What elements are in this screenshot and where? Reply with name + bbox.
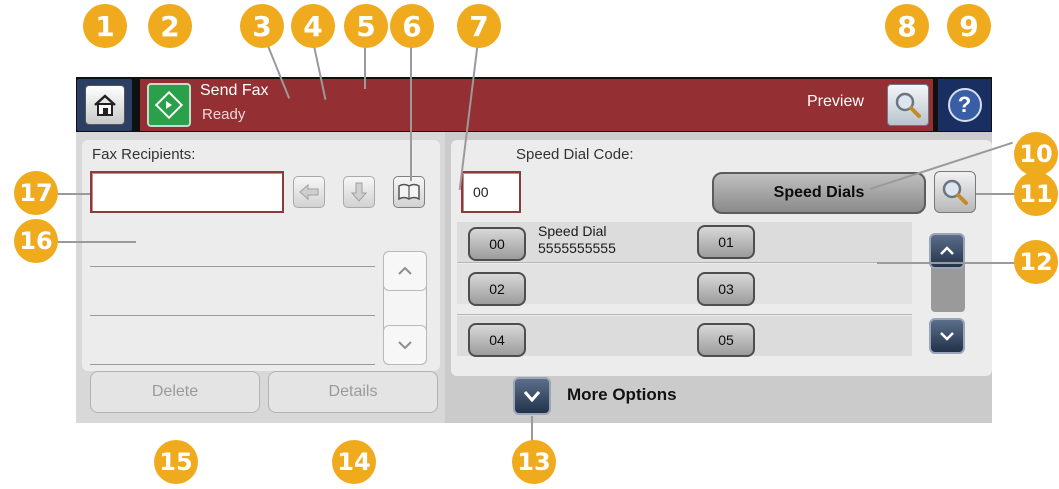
chevron-down-icon xyxy=(523,391,541,402)
recipient-scroll-down-button[interactable] xyxy=(383,325,427,365)
callout-badge: 4 xyxy=(291,4,335,48)
list-divider xyxy=(90,364,375,365)
arrow-down-icon xyxy=(350,182,368,202)
chevron-down-icon xyxy=(940,332,954,341)
callout-badge: 16 xyxy=(14,219,58,263)
preview-button[interactable] xyxy=(887,84,929,126)
home-button[interactable] xyxy=(77,79,132,131)
speed-dial-entry-01[interactable]: 01 xyxy=(697,225,755,259)
callout-leader xyxy=(58,241,136,243)
callout-badge: 15 xyxy=(154,440,198,484)
callout-badge: 6 xyxy=(390,4,434,48)
start-icon xyxy=(154,90,184,120)
speed-dial-code-label: Speed Dial Code: xyxy=(516,146,634,163)
start-button[interactable] xyxy=(147,83,191,127)
speed-dial-entry-number: 5555555555 xyxy=(538,240,616,256)
speed-dial-entry-name: Speed Dial xyxy=(538,223,607,239)
speed-dial-search-button[interactable] xyxy=(934,171,976,213)
chevron-down-icon xyxy=(398,341,412,350)
list-divider xyxy=(90,266,375,267)
speed-dial-entry-00[interactable]: 00 xyxy=(468,227,526,261)
speed-dial-code-value: 00 xyxy=(473,184,489,200)
callout-badge: 17 xyxy=(14,171,58,215)
address-book-button[interactable] xyxy=(393,176,425,208)
speed-dial-divider xyxy=(457,314,912,315)
recipients-label: Fax Recipients: xyxy=(92,146,196,163)
help-button[interactable]: ? xyxy=(938,79,991,131)
status-text: Ready xyxy=(202,106,246,123)
callout-badge: 8 xyxy=(885,4,929,48)
arrow-left-icon xyxy=(299,183,319,201)
callout-badge: 13 xyxy=(512,440,556,484)
chevron-up-icon xyxy=(398,266,412,275)
speed-dial-entry-04[interactable]: 04 xyxy=(468,323,526,357)
list-divider xyxy=(90,315,375,316)
add-recipient-button[interactable] xyxy=(343,176,375,208)
speed-dials-button[interactable]: Speed Dials xyxy=(712,172,926,214)
callout-badge: 9 xyxy=(947,4,991,48)
magnifier-icon xyxy=(895,92,921,118)
callout-leader xyxy=(58,193,90,195)
callout-badge: 5 xyxy=(344,4,388,48)
book-icon xyxy=(398,183,420,201)
magnifier-icon xyxy=(942,179,968,205)
recipient-list[interactable] xyxy=(90,218,375,364)
speed-dial-code-input[interactable]: 00 xyxy=(461,171,521,213)
speed-dial-scroll-down-button[interactable] xyxy=(929,318,965,354)
speed-dial-entry-02[interactable]: 02 xyxy=(468,272,526,306)
more-options-button[interactable] xyxy=(513,377,551,415)
home-icon xyxy=(84,85,125,125)
callout-badge: 11 xyxy=(1014,172,1058,216)
question-icon: ? xyxy=(947,88,982,122)
chevron-up-icon xyxy=(940,246,954,255)
callout-leader xyxy=(410,41,412,181)
callout-badge: 3 xyxy=(240,4,284,48)
callout-badge: 7 xyxy=(457,4,501,48)
recipient-scroll-up-button[interactable] xyxy=(383,251,427,291)
speed-dial-entry-03[interactable]: 03 xyxy=(697,272,755,306)
page-title: Send Fax xyxy=(200,82,269,99)
more-options-label: More Options xyxy=(567,385,677,404)
details-button[interactable]: Details xyxy=(268,371,438,413)
speed-dial-entry-05[interactable]: 05 xyxy=(697,323,755,357)
backspace-button[interactable] xyxy=(293,176,325,208)
delete-button[interactable]: Delete xyxy=(90,371,260,413)
callout-badge: 10 xyxy=(1014,132,1058,176)
callout-badge: 2 xyxy=(148,4,192,48)
callout-leader xyxy=(531,416,533,441)
preview-label: Preview xyxy=(807,93,864,110)
callout-leader xyxy=(877,262,1022,264)
speed-dial-divider xyxy=(457,262,912,263)
callout-badge: 1 xyxy=(83,4,127,48)
callout-badge: 14 xyxy=(332,440,376,484)
callout-badge: 12 xyxy=(1014,240,1058,284)
recipient-input[interactable] xyxy=(90,171,284,213)
callout-leader xyxy=(364,41,366,89)
